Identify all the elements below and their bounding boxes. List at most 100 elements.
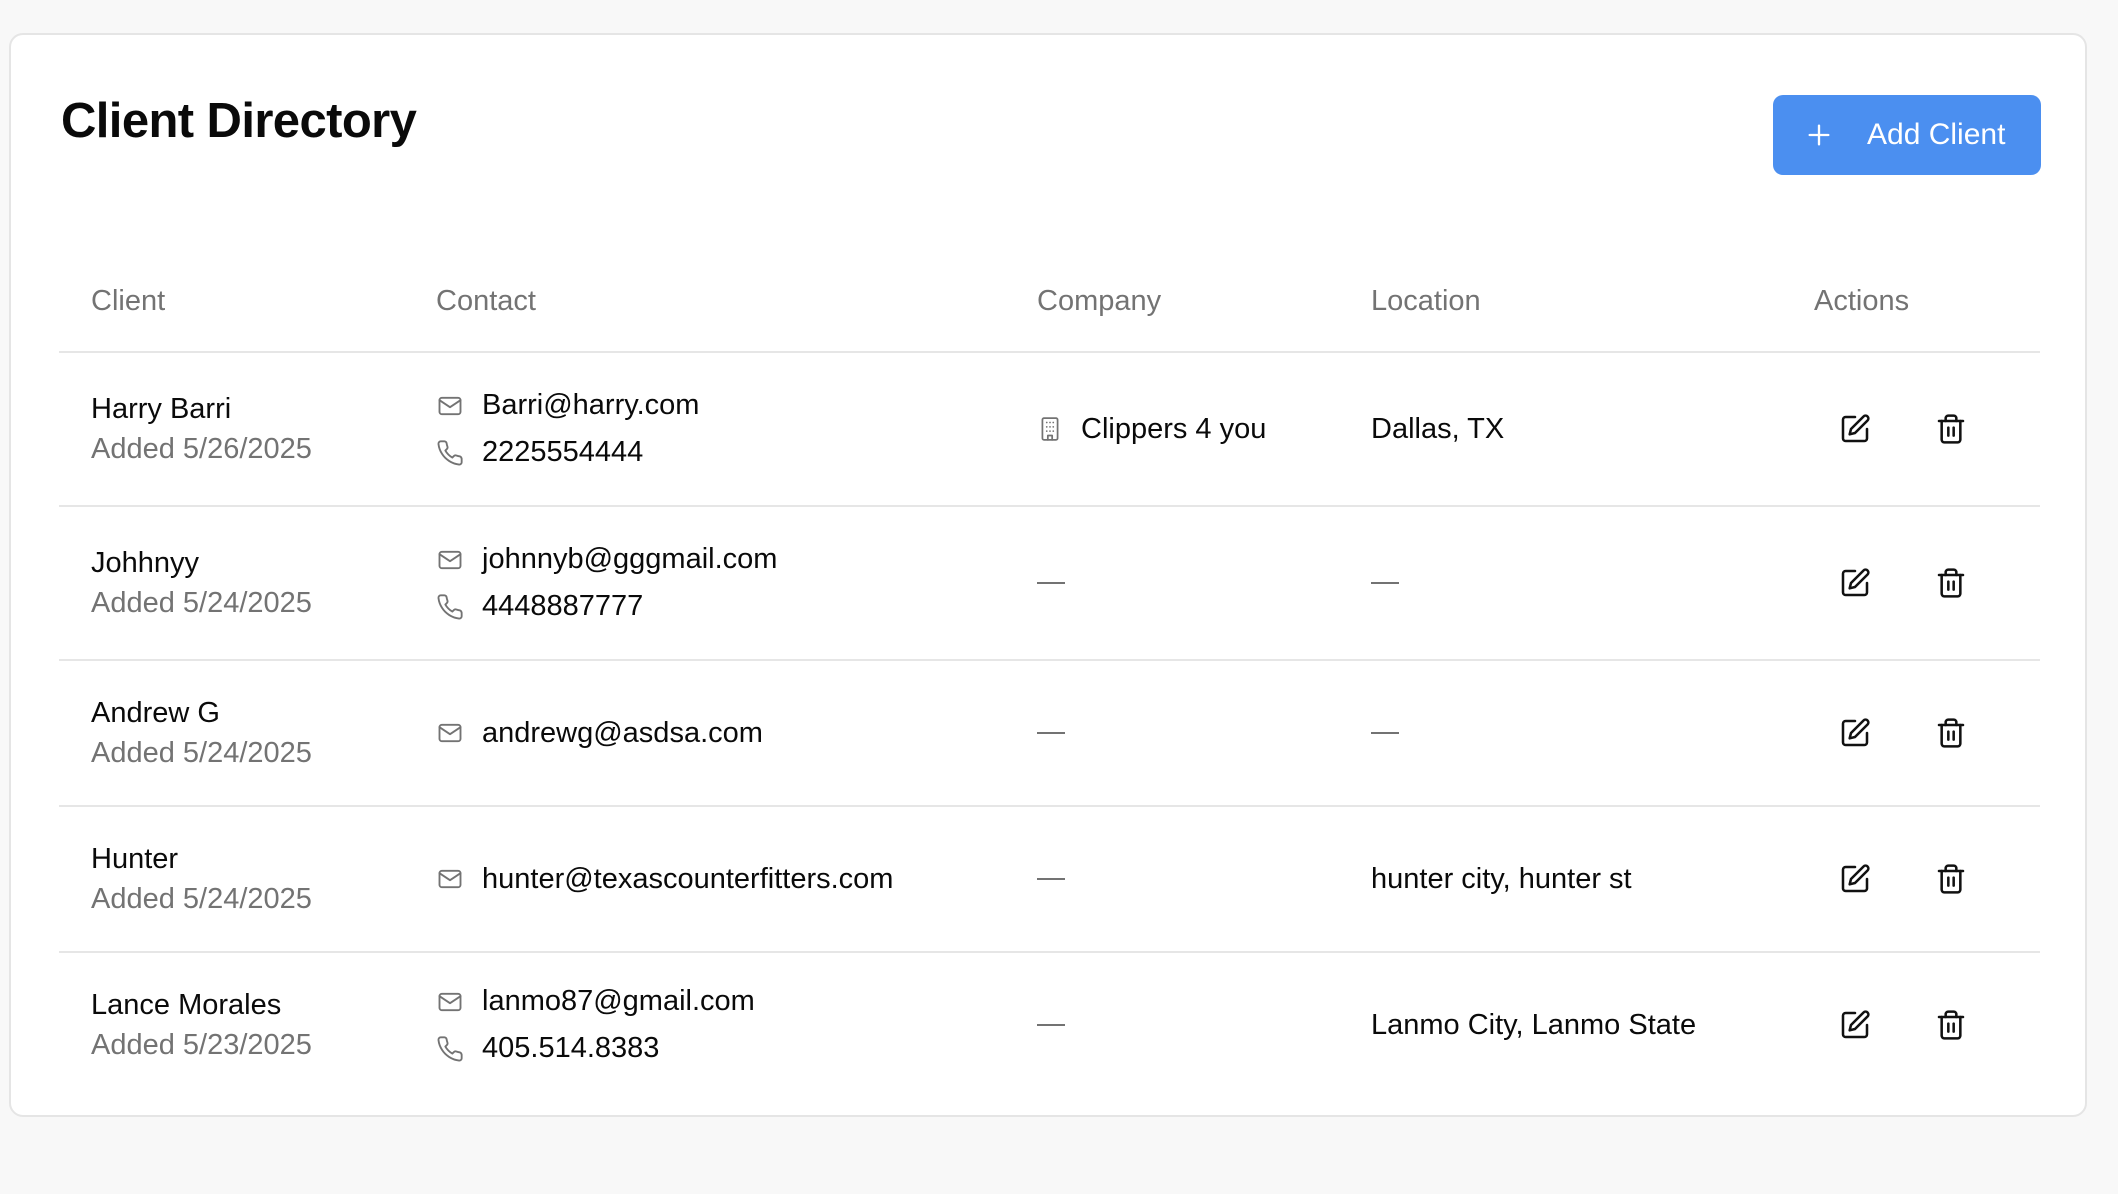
- empty-company-dash: [1037, 878, 1065, 880]
- client-added-date: Added 5/24/2025: [91, 737, 312, 769]
- contact-email: lanmo87@gmail.com: [436, 978, 755, 1025]
- contact-cell: hunter@texascounterfitters.com: [436, 807, 893, 951]
- company-cell: [1037, 661, 1065, 805]
- edit-icon: [1841, 568, 1870, 597]
- edit-client-button-lance-morales[interactable]: [1827, 997, 1883, 1053]
- contact-phone: 2225554444: [436, 429, 699, 476]
- page-title: Client Directory: [61, 94, 417, 148]
- empty-location-dash: [1371, 732, 1399, 734]
- column-header-company: Company: [1037, 285, 1162, 317]
- table-body: Harry Barri Added 5/26/2025 Barri@harry.co…: [59, 353, 2040, 1097]
- actions-cell: [1827, 953, 1979, 1097]
- client-name: Andrew G: [91, 697, 220, 729]
- company-cell: [1037, 507, 1065, 659]
- edit-icon: [1841, 414, 1870, 443]
- empty-company-dash: [1037, 1024, 1065, 1026]
- email-text: lanmo87@gmail.com: [482, 985, 755, 1017]
- client-cell: Johhnyy Added 5/24/2025: [91, 507, 312, 659]
- location-text: Dallas, TX: [1371, 412, 1505, 445]
- edit-client-button-harry-barri[interactable]: [1827, 401, 1883, 457]
- trash-icon: [1937, 864, 1965, 894]
- phone-icon: [437, 1035, 463, 1061]
- delete-client-button-lance-morales[interactable]: [1923, 997, 1979, 1053]
- email-text: johnnyb@gggmail.com: [482, 543, 778, 575]
- edit-icon: [1841, 718, 1870, 747]
- table-row: Lance Morales Added 5/23/2025 lanmo87@gmai…: [59, 953, 2040, 1097]
- trash-icon: [1937, 718, 1965, 748]
- contact-cell: Barri@harry.com 2225554444: [436, 353, 699, 505]
- trash-icon: [1937, 1010, 1965, 1040]
- delete-client-button-johhnyy[interactable]: [1923, 555, 1979, 611]
- delete-client-button-hunter[interactable]: [1923, 851, 1979, 907]
- location-cell: [1371, 661, 1399, 805]
- location-cell: Lanmo City, Lanmo State: [1371, 953, 1696, 1097]
- actions-cell: [1827, 807, 1979, 951]
- edit-client-button-andrew-g[interactable]: [1827, 705, 1883, 761]
- edit-client-button-hunter[interactable]: [1827, 851, 1883, 907]
- client-added-date: Added 5/26/2025: [91, 433, 312, 465]
- mail-icon: [438, 396, 462, 415]
- clients-table: Client Contact Company Location Actions …: [59, 227, 2040, 1097]
- client-name: Lance Morales: [91, 989, 282, 1021]
- column-header-actions: Actions: [1814, 285, 1910, 317]
- client-cell: Lance Morales Added 5/23/2025: [91, 953, 312, 1097]
- company-text: Clippers 4 you: [1081, 412, 1267, 445]
- company-cell: [1037, 953, 1065, 1097]
- client-cell: Hunter Added 5/24/2025: [91, 807, 312, 951]
- empty-company-dash: [1037, 732, 1065, 734]
- phone-text: 2225554444: [482, 436, 644, 468]
- trash-icon: [1937, 414, 1965, 444]
- plus-icon: [1808, 124, 1830, 146]
- client-directory-card: Client Directory Add Client Client Conta…: [9, 33, 2087, 1117]
- contact-cell: andrewg@asdsa.com: [436, 661, 763, 805]
- empty-location-dash: [1371, 582, 1399, 584]
- add-client-button[interactable]: Add Client: [1773, 95, 2041, 175]
- table-row: Johhnyy Added 5/24/2025 johnnyb@gggmail.co…: [59, 507, 2040, 661]
- client-name: Hunter: [91, 843, 179, 875]
- company-cell: Clippers 4 you: [1037, 353, 1266, 505]
- edit-icon: [1841, 1010, 1870, 1039]
- client-name: Harry Barri: [91, 393, 232, 425]
- location-text: hunter city, hunter st: [1371, 862, 1632, 895]
- table-row: Andrew G Added 5/24/2025 andrewg@asdsa.com: [59, 661, 2040, 807]
- table-row: Hunter Added 5/24/2025 hunter@texascounter…: [59, 807, 2040, 953]
- actions-cell: [1827, 661, 1979, 805]
- company-cell: [1037, 807, 1065, 951]
- trash-icon: [1937, 568, 1965, 598]
- contact-cell: johnnyb@gggmail.com 4448887777: [436, 507, 777, 659]
- contact-email: hunter@texascounterfitters.com: [436, 856, 893, 903]
- empty-company-dash: [1037, 582, 1065, 584]
- column-header-location: Location: [1371, 285, 1481, 317]
- phone-icon: [437, 439, 463, 465]
- email-text: andrewg@asdsa.com: [482, 716, 763, 749]
- phone-text: 405.514.8383: [482, 1032, 660, 1064]
- contact-phone: 405.514.8383: [436, 1025, 755, 1072]
- client-added-date: Added 5/24/2025: [91, 883, 312, 915]
- client-name: Johhnyy: [91, 547, 200, 579]
- column-header-client: Client: [91, 285, 166, 317]
- location-cell: Dallas, TX: [1371, 353, 1504, 505]
- contact-phone: 4448887777: [436, 583, 777, 630]
- client-cell: Harry Barri Added 5/26/2025: [91, 353, 312, 505]
- edit-icon: [1841, 864, 1870, 893]
- delete-client-button-harry-barri[interactable]: [1923, 401, 1979, 457]
- location-cell: [1371, 507, 1399, 659]
- delete-client-button-andrew-g[interactable]: [1923, 705, 1979, 761]
- table-row: Harry Barri Added 5/26/2025 Barri@harry.co…: [59, 353, 2040, 507]
- building-icon: [1041, 417, 1059, 441]
- actions-cell: [1827, 507, 1979, 659]
- contact-email: johnnyb@gggmail.com: [436, 536, 777, 583]
- actions-cell: [1827, 353, 1979, 505]
- company: Clippers 4 you: [1037, 413, 1266, 446]
- location-text: Lanmo City, Lanmo State: [1371, 1008, 1697, 1041]
- contact-cell: lanmo87@gmail.com 405.514.8383: [436, 953, 755, 1097]
- edit-client-button-johhnyy[interactable]: [1827, 555, 1883, 611]
- location-cell: hunter city, hunter st: [1371, 807, 1632, 951]
- mail-icon: [438, 550, 462, 569]
- mail-icon: [438, 992, 462, 1011]
- email-text: hunter@texascounterfitters.com: [482, 862, 894, 895]
- contact-email: andrewg@asdsa.com: [436, 710, 763, 757]
- client-cell: Andrew G Added 5/24/2025: [91, 661, 312, 805]
- add-client-label: Add Client: [1867, 118, 2006, 151]
- contact-email: Barri@harry.com: [436, 382, 699, 429]
